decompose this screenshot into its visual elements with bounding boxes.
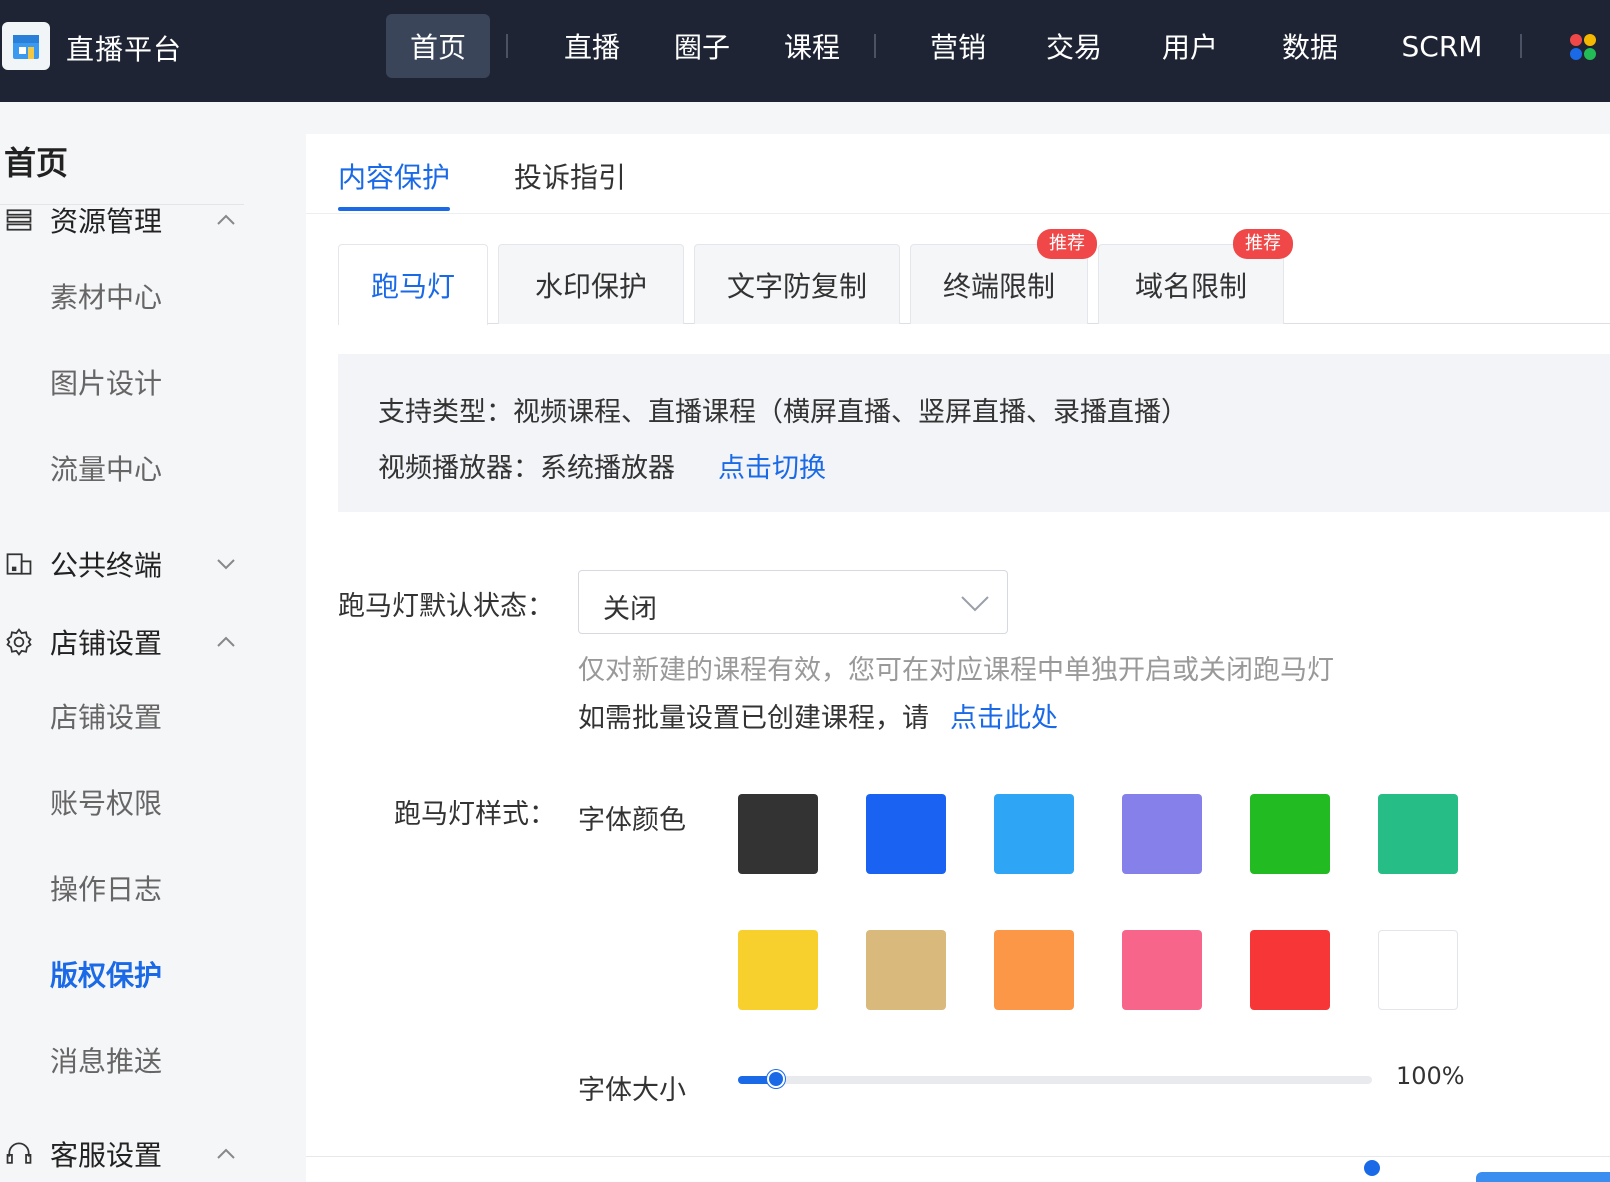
chevron-down-icon — [961, 596, 989, 612]
color-swatch[interactable] — [1378, 794, 1458, 874]
resource-icon — [2, 203, 36, 237]
color-swatch[interactable] — [738, 930, 818, 1010]
feature-tabs: 跑马灯 水印保护 文字防复制 终端限制 推荐 域名限制 推荐 — [338, 229, 1610, 325]
sidebar-item[interactable]: 素材中心 — [50, 276, 162, 316]
color-swatch[interactable] — [866, 794, 946, 874]
subtab-label: 文字防复制 — [726, 269, 867, 303]
sidebar-group[interactable]: 资源管理 — [0, 200, 260, 240]
color-swatch[interactable] — [1122, 930, 1202, 1010]
sidebar-item[interactable]: 图片设计 — [50, 362, 162, 402]
nav-item[interactable]: 交易 — [1016, 14, 1132, 78]
default-state-select[interactable]: 关闭 — [578, 570, 1008, 634]
sidebar-group-label: 客服设置 — [50, 1139, 163, 1172]
nav-item[interactable]: 用户 — [1132, 14, 1248, 78]
app-logo[interactable] — [2, 22, 50, 70]
scroll-indicator-dot — [1364, 1160, 1380, 1176]
main-panel: 内容保护 投诉指引 跑马灯 水印保护 文字防复制 终端限制 推荐 域名限制 推荐 支… — [306, 134, 1610, 1182]
nav-item[interactable]: SCRM — [1372, 14, 1512, 78]
default-state-label: 跑马灯默认状态： — [338, 591, 554, 622]
main-nav: 首页 直播 圈子 课程 营销 交易 用户 数据 SCRM — [386, 14, 1542, 78]
subtab-watermark[interactable]: 水印保护 — [498, 244, 684, 324]
color-swatch[interactable] — [738, 794, 818, 874]
nav-separator — [1520, 34, 1522, 58]
default-state-hint: 仅对新建的课程有效，您可在对应课程中单独开启或关闭跑马灯 — [578, 655, 1334, 686]
subtab-marquee[interactable]: 跑马灯 — [338, 244, 488, 325]
save-button[interactable] — [1476, 1172, 1610, 1182]
nav-item[interactable]: 课程 — [758, 14, 866, 78]
font-color-label: 字体颜色 — [578, 805, 686, 836]
recommend-badge: 推荐 — [1037, 229, 1097, 259]
subtab-terminal-limit[interactable]: 终端限制 推荐 — [910, 229, 1097, 324]
color-swatch[interactable] — [1378, 930, 1458, 1010]
batch-setting-link[interactable]: 点击此处 — [950, 696, 1058, 735]
tab-content-protection[interactable]: 内容保护 — [338, 156, 450, 196]
sidebar-group-label: 店铺设置 — [50, 627, 163, 660]
sidebar-title: 首页 — [4, 144, 69, 182]
font-size-label: 字体大小 — [578, 1075, 686, 1106]
apps-grid-icon[interactable] — [1568, 32, 1598, 62]
headset-icon — [2, 1137, 36, 1171]
nav-item[interactable]: 圈子 — [646, 14, 758, 78]
color-swatch[interactable] — [866, 930, 946, 1010]
sidebar-item[interactable]: 店铺设置 — [50, 696, 162, 736]
sidebar-item[interactable]: 版权保护 — [50, 954, 162, 994]
top-navbar: 直播平台 首页 直播 圈子 课程 营销 交易 用户 数据 SCRM — [0, 0, 1610, 102]
recommend-badge: 推荐 — [1233, 229, 1293, 259]
chevron-up-icon — [212, 206, 240, 234]
nav-item[interactable]: 首页 — [386, 14, 490, 78]
nav-separator — [874, 34, 876, 58]
subtab-label: 水印保护 — [534, 269, 647, 303]
info-box: 支持类型：视频课程、直播课程（横屏直播、竖屏直播、录播直播） 视频播放器：系统播… — [338, 354, 1610, 512]
chevron-up-icon — [212, 628, 240, 656]
color-swatch[interactable] — [994, 794, 1074, 874]
subtab-anti-copy[interactable]: 文字防复制 — [694, 244, 900, 324]
color-swatch[interactable] — [994, 930, 1074, 1010]
nav-separator — [506, 34, 508, 58]
sidebar: 首页 资源管理 素材中心 图片设计 流量中心 公共终端 店铺设置 店铺设置 账号权限 操作日志版… — [0, 102, 306, 1182]
support-types-text: 支持类型：视频课程、直播课程（横屏直播、竖屏直播、录播直播） — [378, 397, 1188, 428]
color-swatch[interactable] — [1122, 794, 1202, 874]
sidebar-item[interactable]: 消息推送 — [50, 1040, 162, 1080]
sidebar-group-label: 公共终端 — [50, 549, 163, 582]
font-size-slider[interactable] — [738, 1070, 1372, 1088]
sidebar-item[interactable]: 操作日志 — [50, 868, 162, 908]
font-size-value: 100% — [1396, 1062, 1465, 1090]
sidebar-item[interactable]: 流量中心 — [50, 448, 162, 488]
style-label: 跑马灯样式： — [394, 799, 556, 830]
switch-player-link[interactable]: 点击切换 — [718, 446, 826, 485]
nav-item[interactable]: 直播 — [538, 14, 646, 78]
bottom-bar — [306, 1156, 1610, 1182]
sidebar-group[interactable]: 公共终端 — [0, 544, 260, 584]
tab-complaint-guide[interactable]: 投诉指引 — [514, 156, 626, 196]
chevron-up-icon — [212, 1140, 240, 1168]
subtab-label: 跑马灯 — [370, 270, 455, 303]
sidebar-item[interactable]: 账号权限 — [50, 782, 162, 822]
sidebar-group-label: 资源管理 — [50, 205, 163, 238]
slider-handle[interactable] — [767, 1070, 785, 1088]
color-swatch[interactable] — [1250, 794, 1330, 874]
select-value: 关闭 — [603, 594, 657, 625]
primary-tabs: 内容保护 投诉指引 — [306, 134, 1610, 214]
player-text: 视频播放器：系统播放器 — [378, 453, 675, 484]
subtab-label: 终端限制 — [942, 269, 1055, 303]
nav-item[interactable]: 营销 — [900, 14, 1016, 78]
store-logo-icon — [13, 35, 39, 59]
active-tab-indicator — [338, 207, 450, 211]
gear-icon — [2, 625, 36, 659]
color-swatch[interactable] — [1250, 930, 1330, 1010]
sidebar-group[interactable]: 客服设置 — [0, 1134, 260, 1174]
terminal-icon — [2, 547, 36, 581]
subtab-label: 域名限制 — [1134, 269, 1247, 303]
sidebar-group[interactable]: 店铺设置 — [0, 622, 260, 662]
brand-name: 直播平台 — [66, 33, 183, 66]
nav-item[interactable]: 数据 — [1248, 14, 1372, 78]
batch-setting-hint: 如需批量设置已创建课程，请 — [578, 703, 929, 734]
chevron-down-icon — [212, 550, 240, 578]
subtab-domain-limit[interactable]: 域名限制 推荐 — [1098, 229, 1293, 324]
